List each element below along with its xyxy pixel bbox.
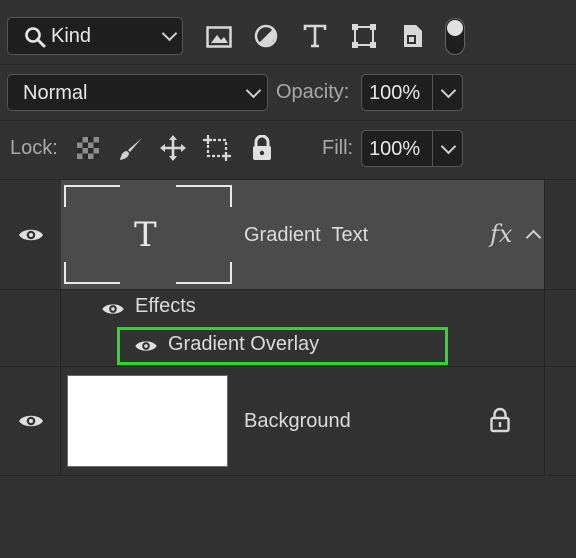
type-filter-icon[interactable] <box>301 22 329 50</box>
opacity-field[interactable]: 100% <box>361 74 463 111</box>
effects-label: Effects <box>135 295 196 317</box>
smart-object-filter-icon[interactable] <box>400 22 426 50</box>
layer-row-gradient-text[interactable]: T Gradient Text fx <box>0 180 576 289</box>
lock-artboard-icon[interactable] <box>202 134 232 162</box>
eye-icon[interactable] <box>18 412 44 430</box>
layer-name[interactable]: Gradient Text <box>244 224 368 247</box>
lock-image-pixels-icon[interactable] <box>117 135 145 163</box>
effects-row[interactable]: Effects <box>0 290 576 366</box>
eye-icon[interactable] <box>134 338 158 354</box>
fill-field[interactable]: 100% <box>361 130 463 167</box>
filter-toggle-icon[interactable] <box>445 18 465 55</box>
chevron-down-icon[interactable] <box>440 138 457 155</box>
gradient-overlay-label[interactable]: Gradient Overlay <box>168 333 319 356</box>
opacity-label: Opacity: <box>276 81 350 103</box>
lock-transparent-pixels-icon[interactable] <box>76 136 100 160</box>
filter-bar: Kind <box>0 0 576 64</box>
fill-label: Fill: <box>322 137 354 159</box>
opacity-value: 100% <box>369 82 421 104</box>
chevron-down-icon[interactable] <box>440 82 457 99</box>
lock-bar: Lock: Fill: 100% <box>0 121 576 179</box>
chevron-down-icon <box>161 25 178 42</box>
filter-kind-label: Kind <box>51 25 92 47</box>
blend-mode-dropdown[interactable]: Normal <box>7 74 268 111</box>
blend-bar: Normal Opacity: 100% <box>0 65 576 120</box>
chevron-down-icon <box>245 82 262 99</box>
lock-position-icon[interactable] <box>159 134 187 162</box>
text-layer-glyph: T <box>134 215 157 255</box>
blend-mode-value: Normal <box>23 82 88 104</box>
image-filter-icon[interactable] <box>205 24 233 50</box>
lock-icon[interactable] <box>489 407 511 433</box>
filter-kind-dropdown[interactable]: Kind <box>7 17 183 55</box>
gradient-overlay-row[interactable]: Gradient Overlay <box>0 326 576 366</box>
adjustment-filter-icon[interactable] <box>253 23 279 49</box>
layer-name[interactable]: Background <box>244 410 351 433</box>
search-icon <box>25 27 46 48</box>
background-layer-thumbnail[interactable] <box>67 375 228 467</box>
layer-row-background[interactable]: Background <box>0 367 576 475</box>
lock-all-icon[interactable] <box>250 134 274 162</box>
text-layer-thumbnail[interactable]: T <box>64 185 232 284</box>
fill-value: 100% <box>369 138 421 160</box>
lock-label: Lock: <box>10 137 58 159</box>
shape-filter-icon[interactable] <box>350 22 378 50</box>
eye-icon[interactable] <box>18 226 44 244</box>
eye-icon[interactable] <box>101 301 125 317</box>
fx-icon[interactable]: fx <box>490 220 512 248</box>
